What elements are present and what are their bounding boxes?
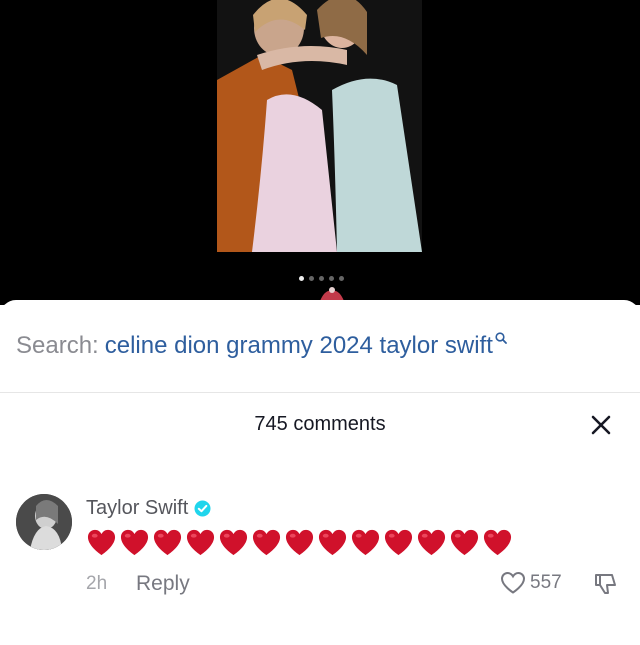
carousel-dot[interactable] — [329, 276, 334, 281]
comment-text — [86, 527, 513, 558]
author-name[interactable]: Taylor Swift — [86, 497, 188, 520]
red-heart-emoji — [87, 529, 116, 556]
next-image-peek — [320, 287, 344, 301]
red-heart-emoji — [285, 529, 314, 556]
like-button[interactable]: 557 — [500, 571, 562, 595]
red-heart-emoji — [450, 529, 479, 556]
carousel-dot[interactable] — [299, 276, 304, 281]
search-query-link[interactable]: celine dion grammy 2024 taylor swift — [105, 332, 493, 360]
search-suggestion[interactable]: Search: celine dion grammy 2024 taylor s… — [16, 332, 507, 360]
heart-outline-icon — [500, 571, 526, 594]
close-icon[interactable] — [588, 412, 614, 438]
carousel-dot[interactable] — [309, 276, 314, 281]
post-media[interactable] — [0, 0, 640, 305]
red-heart-emoji — [483, 529, 512, 556]
reply-button[interactable]: Reply — [136, 572, 190, 596]
like-count: 557 — [530, 572, 562, 593]
post-photo — [217, 0, 422, 252]
dislike-icon[interactable] — [592, 571, 618, 597]
comment-time: 2h — [86, 573, 108, 594]
red-heart-emoji — [318, 529, 347, 556]
red-heart-emoji — [120, 529, 149, 556]
red-heart-emoji — [384, 529, 413, 556]
comment-author[interactable]: Taylor Swift — [86, 497, 211, 520]
carousel-indicator[interactable] — [299, 276, 344, 281]
red-heart-emoji — [417, 529, 446, 556]
verified-badge-icon — [194, 500, 211, 517]
red-heart-emoji — [153, 529, 182, 556]
red-heart-emoji — [219, 529, 248, 556]
red-heart-emoji — [186, 529, 215, 556]
comment-count-title: 745 comments — [254, 413, 386, 435]
red-heart-emoji — [351, 529, 380, 556]
search-icon — [495, 332, 507, 344]
avatar[interactable] — [16, 494, 72, 550]
search-prefix: Search: — [16, 332, 99, 359]
divider — [0, 392, 640, 393]
carousel-dot[interactable] — [339, 276, 344, 281]
red-heart-emoji — [252, 529, 281, 556]
carousel-dot[interactable] — [319, 276, 324, 281]
